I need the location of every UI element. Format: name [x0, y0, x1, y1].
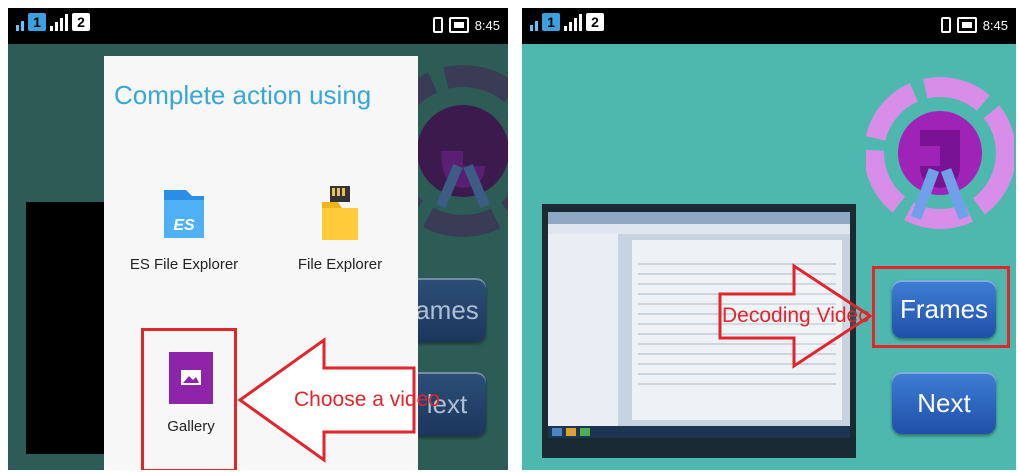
- sim2-badge: 2: [586, 13, 604, 31]
- decoding-video-annotation: Decoding Video: [722, 304, 870, 327]
- app-logo: [866, 77, 1014, 229]
- app-option-file-explorer[interactable]: File Explorer: [280, 184, 400, 273]
- battery-icon: [448, 17, 469, 33]
- status-time: 8:45: [474, 17, 500, 33]
- right-phone-screen: 1 2 8:45 Frames Next Decoding Video: [522, 8, 1016, 470]
- status-bar: 1 2 8:45: [522, 8, 1016, 44]
- sim1-badge: 1: [542, 13, 560, 31]
- vibrate-icon: [940, 17, 951, 33]
- signal-icon: [16, 13, 24, 31]
- status-bar: 1 2 8:45: [8, 8, 508, 44]
- signal-strength-icon: [564, 13, 582, 31]
- next-button-label: Next: [917, 388, 971, 418]
- battery-icon: [956, 17, 977, 33]
- es-file-explorer-icon: ES: [164, 190, 204, 238]
- video-preview: [26, 202, 106, 454]
- frames-button-label: ames: [415, 295, 479, 325]
- dialog-title: Complete action using: [114, 80, 372, 110]
- gallery-highlight-box: [141, 328, 237, 470]
- app-label: File Explorer: [297, 256, 383, 273]
- sim1-badge: 1: [28, 13, 46, 31]
- left-phone-screen: 1 2 8:45 ames lext Complete action using: [8, 8, 508, 470]
- vibrate-icon: [432, 17, 443, 33]
- status-time: 8:45: [982, 17, 1008, 33]
- app-option-es-file-explorer[interactable]: ES ES File Explorer: [124, 184, 244, 273]
- next-button[interactable]: Next: [892, 372, 996, 434]
- signal-icon: [530, 13, 538, 31]
- frames-button[interactable]: ames: [408, 278, 486, 342]
- signal-strength-icon: [50, 13, 68, 31]
- app-logo: [403, 65, 508, 237]
- sim2-badge: 2: [72, 13, 90, 31]
- frames-highlight-box: [872, 266, 1010, 348]
- choose-video-annotation: Choose a video: [294, 388, 440, 411]
- svg-text:ES: ES: [173, 217, 195, 234]
- app-label: ES File Explorer: [129, 256, 239, 273]
- file-explorer-icon: [322, 186, 358, 240]
